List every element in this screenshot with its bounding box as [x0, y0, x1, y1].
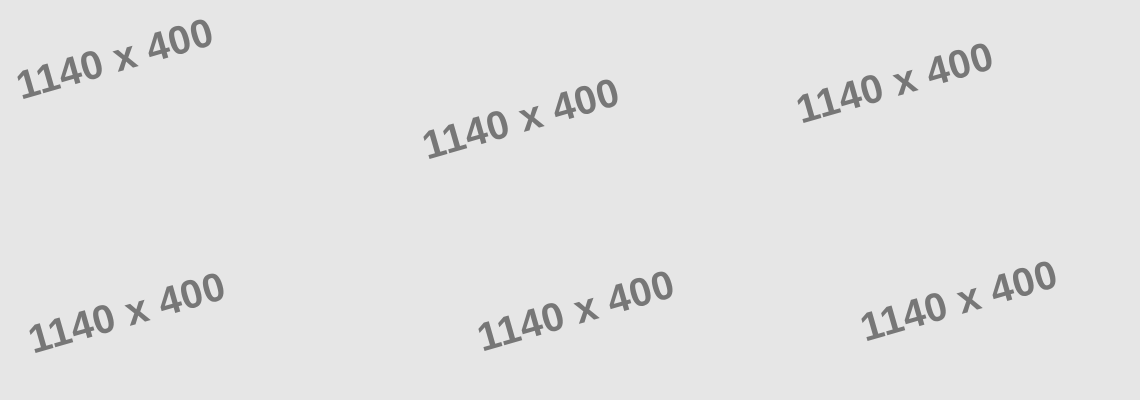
placeholder-canvas: 1140 x 400 1140 x 400 1140 x 400 1140 x … — [0, 0, 1140, 400]
placeholder-label: 1140 x 400 — [472, 262, 680, 361]
placeholder-label: 1140 x 400 — [11, 10, 219, 109]
placeholder-label: 1140 x 400 — [23, 264, 231, 363]
placeholder-label: 1140 x 400 — [417, 70, 625, 169]
placeholder-label: 1140 x 400 — [855, 252, 1063, 351]
placeholder-label: 1140 x 400 — [791, 34, 999, 133]
